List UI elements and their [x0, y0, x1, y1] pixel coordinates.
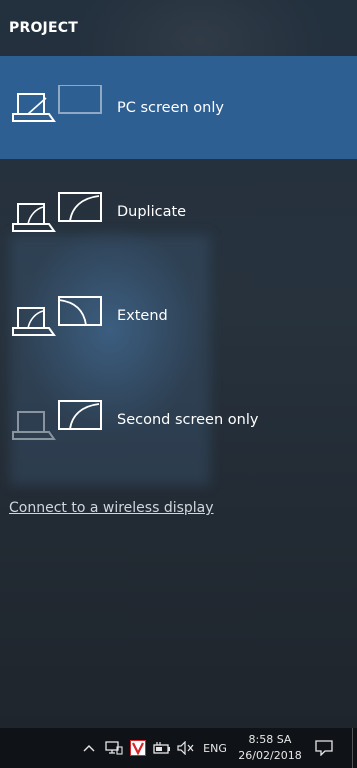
clock-date: 26/02/2018 [238, 749, 302, 762]
network-icon[interactable] [104, 728, 124, 768]
option-extend[interactable]: Extend [0, 264, 357, 367]
second-screen-only-icon [12, 399, 102, 440]
clock[interactable]: 8:58 SA 26/02/2018 [237, 732, 303, 764]
taskbar: ENG 8:58 SA 26/02/2018 [0, 728, 357, 768]
extend-icon [12, 295, 102, 336]
duplicate-icon [12, 191, 102, 232]
option-label: Extend [117, 307, 168, 324]
connect-wireless-display-link[interactable]: Connect to a wireless display [9, 500, 214, 516]
option-duplicate[interactable]: Duplicate [0, 160, 357, 263]
antivirus-icon[interactable] [128, 728, 148, 768]
chevron-up-icon[interactable] [80, 728, 98, 768]
option-label: Duplicate [117, 203, 187, 220]
pc-screen-only-icon [12, 84, 102, 122]
volume-muted-icon[interactable] [176, 728, 196, 768]
option-second-screen-only[interactable]: Second screen only [0, 368, 357, 471]
option-pc-screen-only[interactable]: PC screen only [0, 56, 357, 159]
language-indicator[interactable]: ENG [200, 728, 230, 768]
battery-icon[interactable] [152, 728, 172, 768]
panel-title: PROJECT [9, 20, 78, 36]
clock-time: 8:58 SA [248, 733, 292, 746]
option-label: PC screen only [117, 99, 224, 116]
notification-icon[interactable] [312, 728, 336, 768]
project-panel: PROJECT PC screen only Duplicate Extend … [0, 0, 357, 768]
option-label: Second screen only [117, 411, 259, 428]
show-desktop-button[interactable] [352, 728, 357, 768]
